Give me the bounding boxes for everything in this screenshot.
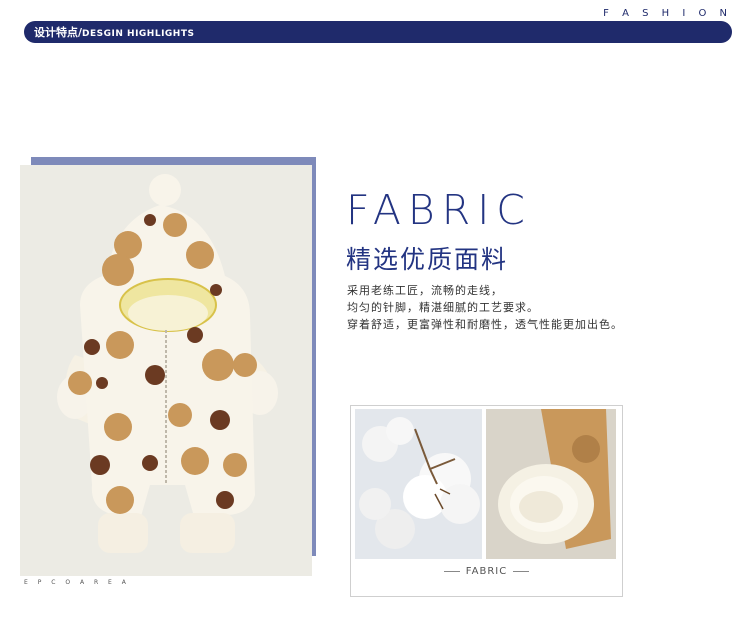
romper-illustration <box>20 165 312 576</box>
cotton-photo <box>355 409 482 559</box>
sleeve-illustration <box>486 409 616 559</box>
caption-rule-right <box>513 570 530 572</box>
fabric-heading: FABRIC <box>346 186 532 234</box>
caption-rule-left <box>443 570 460 572</box>
corner-label: E P C O A R E A <box>24 579 130 586</box>
banner-title: 设计特点/DESGIN HIGHLIGHTS <box>34 24 194 40</box>
banner-title-cn: 设计特点/ <box>34 26 83 39</box>
cotton-illustration <box>355 409 482 559</box>
fabric-sleeve-photo <box>486 409 616 559</box>
description-line: 均匀的针脚，精湛细腻的工艺要求。 <box>347 301 539 314</box>
fabric-caption: FABRIC <box>350 566 623 577</box>
product-photo <box>20 165 312 576</box>
description-line: 穿着舒适，更富弹性和耐磨性，透气性能更加出色。 <box>347 318 623 331</box>
fabric-description: 采用老练工匠，流畅的走线， 均匀的针脚，精湛细腻的工艺要求。 穿着舒适，更富弹性… <box>347 282 623 333</box>
section-banner: 设计特点/DESGIN HIGHLIGHTS <box>24 21 732 43</box>
banner-title-en: DESGIN HIGHLIGHTS <box>82 29 195 39</box>
caption-text: FABRIC <box>465 566 508 577</box>
fabric-subheading: 精选优质面料 <box>346 245 509 274</box>
fashion-tag: F A S H I O N <box>603 8 732 19</box>
description-line: 采用老练工匠，流畅的走线， <box>347 284 503 297</box>
